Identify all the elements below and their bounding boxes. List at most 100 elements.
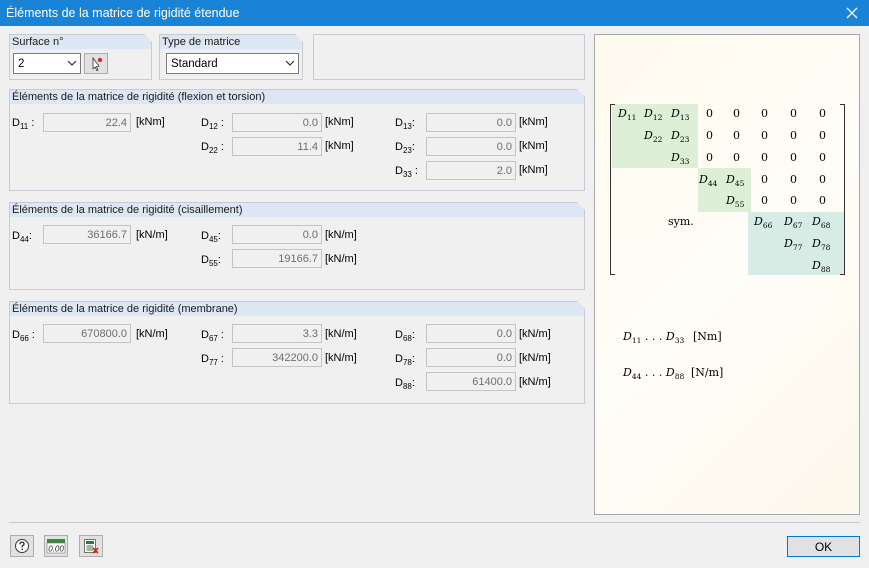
surface-select-value: 2 xyxy=(18,58,25,70)
m-d88: D88 xyxy=(812,259,831,275)
svg-text:0.00: 0.00 xyxy=(48,545,64,554)
d12-field[interactable]: 0.0 xyxy=(232,113,322,132)
m-d66: D66 xyxy=(754,215,773,231)
footer-separator xyxy=(9,522,860,523)
title-bar: Éléments de la matrice de rigidité étend… xyxy=(0,0,869,26)
surface-label: Surface n° xyxy=(12,36,64,48)
close-icon[interactable] xyxy=(835,0,869,26)
m-sym: sym. xyxy=(668,215,694,228)
m-zero: 0 xyxy=(761,173,768,186)
d45-label: D45: xyxy=(201,230,221,245)
m-d78: D78 xyxy=(812,237,831,253)
d77-field[interactable]: 342200.0 xyxy=(232,348,322,367)
d44-field[interactable]: 36166.7 xyxy=(43,225,131,244)
d67-field[interactable]: 3.3 xyxy=(232,324,322,343)
pick-surface-icon xyxy=(92,56,103,71)
m-d67: D67 xyxy=(784,215,803,231)
membrane-panel-header: Éléments de la matrice de rigidité (memb… xyxy=(10,301,585,316)
matrix-left-bracket xyxy=(610,104,615,275)
surface-panel: Surface n° 2 xyxy=(9,34,152,80)
matrix-preview: D11 D12 D13 0 0 0 0 0 D22 D23 0 0 0 0 0 … xyxy=(594,34,860,515)
legend-membrane-unit: [N/m] xyxy=(691,366,724,379)
m-zero: 0 xyxy=(761,194,768,207)
d55-field[interactable]: 19166.7 xyxy=(232,249,322,268)
m-zero: 0 xyxy=(819,194,826,207)
bending-panel-title: Éléments de la matrice de rigidité (flex… xyxy=(12,91,266,103)
matrix-type-select-value: Standard xyxy=(171,58,218,70)
m-zero: 0 xyxy=(790,151,797,164)
info-panel xyxy=(313,34,585,80)
m-d33: D33 xyxy=(671,151,690,167)
m-zero: 0 xyxy=(761,151,768,164)
export-button[interactable] xyxy=(79,535,103,557)
d78-label: D78: xyxy=(395,353,415,368)
d66-field[interactable]: 670800.0 xyxy=(43,324,131,343)
decimal-places-button[interactable]: 0.00 xyxy=(44,535,68,557)
m-d68: D68 xyxy=(812,215,831,231)
d11-unit: [kNm] xyxy=(136,116,165,128)
d88-field[interactable]: 61400.0 xyxy=(426,372,516,391)
m-zero: 0 xyxy=(819,173,826,186)
d13-field[interactable]: 0.0 xyxy=(426,113,516,132)
d23-unit: [kNm] xyxy=(519,140,548,152)
matrix-right-bracket xyxy=(840,104,845,275)
help-icon xyxy=(15,539,29,553)
m-zero: 0 xyxy=(706,129,713,142)
d68-field[interactable]: 0.0 xyxy=(426,324,516,343)
m-d22: D22 xyxy=(644,129,663,145)
m-d44: D44 xyxy=(699,173,718,189)
d22-field[interactable]: 11.4 xyxy=(232,137,322,156)
m-zero: 0 xyxy=(819,151,826,164)
m-zero: 0 xyxy=(733,107,740,120)
d78-field[interactable]: 0.0 xyxy=(426,348,516,367)
m-zero: 0 xyxy=(761,107,768,120)
d66-unit: [kN/m] xyxy=(136,328,168,340)
d33-unit: [kNm] xyxy=(519,164,548,176)
d13-unit: [kNm] xyxy=(519,116,548,128)
window-title: Éléments de la matrice de rigidité étend… xyxy=(6,6,240,20)
d44-label: D44: xyxy=(12,230,32,245)
membrane-panel-title: Éléments de la matrice de rigidité (memb… xyxy=(12,303,238,315)
m-d11: D11 xyxy=(618,107,637,123)
m-d77: D77 xyxy=(784,237,803,253)
matrix-type-select[interactable]: Standard xyxy=(166,53,299,74)
matrix-type-label: Type de matrice xyxy=(162,36,241,48)
ok-button[interactable]: OK xyxy=(787,536,860,557)
surface-select[interactable]: 2 xyxy=(13,53,81,74)
export-icon xyxy=(84,539,99,554)
d33-label: D33 : xyxy=(395,165,418,180)
matrix-type-panel: Type de matrice Standard xyxy=(159,34,303,80)
m-zero: 0 xyxy=(819,129,826,142)
chevron-down-icon xyxy=(67,60,77,66)
m-zero: 0 xyxy=(733,129,740,142)
legend-membrane-range: D44 . . . D88 xyxy=(623,366,685,382)
d78-unit: [kN/m] xyxy=(519,352,551,364)
d88-label: D88: xyxy=(395,377,415,392)
m-zero: 0 xyxy=(790,129,797,142)
m-d23: D23 xyxy=(671,129,690,145)
bending-panel: Éléments de la matrice de rigidité (flex… xyxy=(9,89,585,191)
d12-label: D12 : xyxy=(201,117,224,132)
m-zero: 0 xyxy=(706,151,713,164)
chevron-down-icon xyxy=(285,60,295,66)
shear-panel-title: Éléments de la matrice de rigidité (cisa… xyxy=(12,204,243,216)
decimal-places-icon: 0.00 xyxy=(46,539,66,554)
d23-field[interactable]: 0.0 xyxy=(426,137,516,156)
d68-unit: [kN/m] xyxy=(519,328,551,340)
d67-label: D67 : xyxy=(201,329,224,344)
pick-surface-button[interactable] xyxy=(84,53,108,74)
d88-unit: [kN/m] xyxy=(519,376,551,388)
d55-unit: [kN/m] xyxy=(325,253,357,265)
shear-panel-header: Éléments de la matrice de rigidité (cisa… xyxy=(10,202,585,217)
bending-panel-header: Éléments de la matrice de rigidité (flex… xyxy=(10,89,585,104)
d11-field[interactable]: 22.4 xyxy=(43,113,131,132)
d66-label: D66 : xyxy=(12,329,35,344)
d77-unit: [kN/m] xyxy=(325,352,357,364)
d55-label: D55: xyxy=(201,254,221,269)
d44-unit: [kN/m] xyxy=(136,229,168,241)
d45-field[interactable]: 0.0 xyxy=(232,225,322,244)
help-button[interactable] xyxy=(10,535,34,557)
d33-field[interactable]: 2.0 xyxy=(426,161,516,180)
d67-unit: [kN/m] xyxy=(325,328,357,340)
d13-label: D13: xyxy=(395,117,415,132)
